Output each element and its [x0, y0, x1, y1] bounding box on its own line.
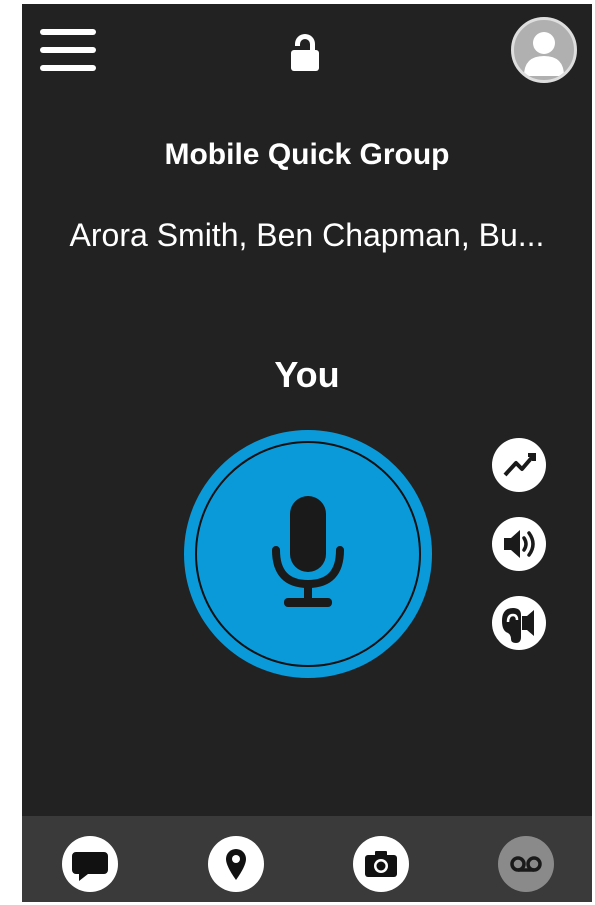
earpiece-button[interactable]: [492, 596, 546, 650]
speaker-volume-icon: [504, 530, 535, 558]
signal-strength-button[interactable]: [492, 438, 546, 492]
voicemail-icon: [510, 856, 542, 872]
signal-strength-icon: [503, 453, 536, 477]
group-name: Mobile Quick Group: [164, 138, 450, 171]
earpiece-icon: [502, 608, 534, 643]
chat-tab[interactable]: [62, 836, 118, 892]
menu-icon[interactable]: [40, 29, 96, 71]
speaker-button[interactable]: [492, 517, 546, 571]
current-talker-label: You: [274, 354, 340, 395]
location-pin-icon: [226, 849, 246, 880]
app-screen: Mobile Quick Group Arora Smith, Ben Chap…: [22, 4, 592, 902]
microphone-icon: [272, 496, 344, 607]
voicemail-tab[interactable]: [498, 836, 554, 892]
group-members: Arora Smith, Ben Chapman, Bu...: [69, 217, 545, 253]
camera-tab[interactable]: [353, 836, 409, 892]
bottom-navigation-bar: [22, 816, 592, 902]
camera-icon: [365, 851, 397, 877]
unlocked-padlock-icon[interactable]: [285, 31, 325, 73]
user-avatar-icon[interactable]: [511, 17, 577, 83]
push-to-talk-button[interactable]: [184, 430, 432, 678]
chat-bubble-icon: [72, 852, 108, 881]
location-tab[interactable]: [208, 836, 264, 892]
